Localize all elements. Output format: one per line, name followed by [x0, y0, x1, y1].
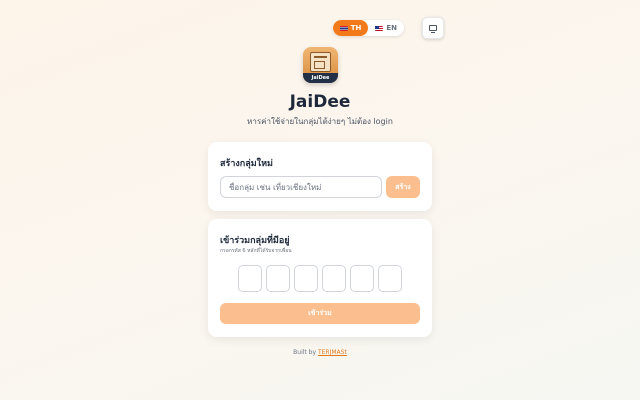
uk-flag-icon — [375, 25, 384, 31]
code-digit-input[interactable] — [322, 265, 346, 292]
app-logo: JaiDee — [303, 47, 338, 83]
code-digit-input[interactable] — [294, 265, 318, 292]
display-mode-button[interactable] — [422, 17, 444, 39]
monitor-icon — [429, 25, 437, 33]
language-option-label: EN — [386, 24, 397, 32]
app-subtitle: หารค่าใช้จ่ายในกลุ่มได้ง่ายๆ ไม่ต้อง log… — [247, 117, 393, 126]
code-digit-input[interactable] — [238, 265, 262, 292]
join-group-title: เข้าร่วมกลุ่มที่มีอยู่ — [220, 236, 290, 246]
logo-text: JaiDee — [303, 73, 338, 83]
code-digit-input[interactable] — [266, 265, 290, 292]
language-option-en[interactable]: EN — [368, 20, 404, 36]
language-switch: TH EN — [332, 20, 404, 36]
group-name-input[interactable] — [220, 176, 382, 198]
join-code-inputs — [238, 265, 402, 292]
join-group-card: เข้าร่วมกลุ่มที่มีอยู่ กรอกรหัส 6 หลักที… — [208, 219, 432, 337]
create-group-title: สร้างกลุ่มใหม่ — [220, 159, 273, 169]
code-digit-input[interactable] — [350, 265, 374, 292]
app-title: JaiDee — [289, 92, 351, 112]
footer-prefix: Built by — [293, 349, 317, 356]
join-code-hint: กรอกรหัส 6 หลักที่ได้รับจากเพื่อน — [220, 248, 292, 254]
thai-flag-icon — [339, 25, 348, 31]
create-group-card: สร้างกลุ่มใหม่ สร้าง — [208, 142, 432, 211]
create-group-button[interactable]: สร้าง — [386, 176, 420, 198]
language-option-label: TH — [350, 24, 362, 32]
top-bar: TH EN — [332, 17, 444, 39]
language-option-th[interactable]: TH — [332, 20, 369, 36]
join-group-button[interactable]: เข้าร่วม — [220, 303, 420, 324]
footer: Built by TERJMASt — [0, 349, 640, 356]
receipt-box-icon — [310, 52, 331, 72]
code-digit-input[interactable] — [378, 265, 402, 292]
footer-author-link[interactable]: TERJMASt — [318, 349, 347, 356]
